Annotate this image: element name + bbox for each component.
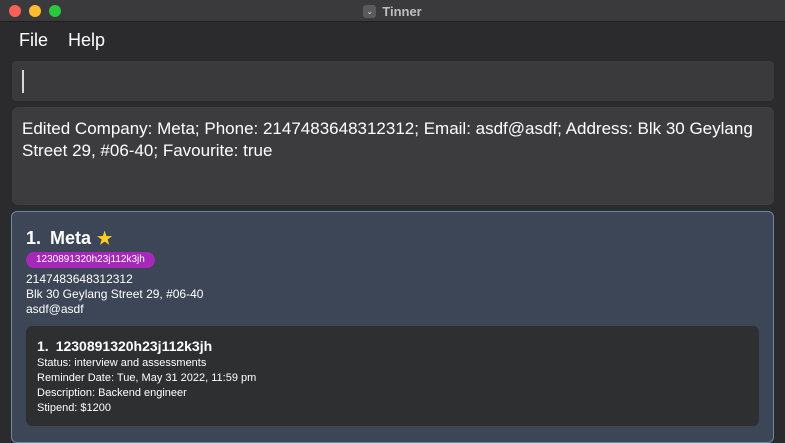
menu-help[interactable]: Help bbox=[58, 22, 115, 58]
internship-role: 1230891320h23j112k3jh bbox=[55, 338, 213, 354]
internship-header: 1. 1230891320h23j112k3jh bbox=[37, 338, 212, 354]
menu-file[interactable]: File bbox=[9, 22, 58, 58]
company-card[interactable]: 1. Meta ★ 1230891320h23j112k3jh 21474836… bbox=[11, 211, 774, 443]
text-caret bbox=[22, 70, 24, 93]
result-message: Edited Company: Meta; Phone: 21474836483… bbox=[22, 119, 753, 160]
company-name: Meta bbox=[50, 228, 92, 248]
internship-description: Description: Backend engineer bbox=[37, 387, 187, 399]
company-phone: 2147483648312312 bbox=[26, 272, 133, 286]
window-title: Tinner bbox=[382, 3, 422, 19]
internship-stipend: Stipend: $1200 bbox=[37, 402, 112, 414]
command-input[interactable] bbox=[12, 61, 774, 101]
company-address: Blk 30 Geylang Street 29, #06-40 bbox=[26, 287, 204, 301]
company-header: 1. Meta ★ bbox=[26, 228, 112, 249]
company-email: asdf@asdf bbox=[26, 302, 84, 316]
window-title-group: ⌄ Tinner bbox=[0, 0, 785, 22]
star-icon: ★ bbox=[97, 228, 113, 248]
result-display: Edited Company: Meta; Phone: 21474836483… bbox=[12, 107, 774, 205]
internship-reminder: Reminder Date: Tue, May 31 2022, 11:59 p… bbox=[37, 372, 257, 384]
internship-card[interactable]: 1. 1230891320h23j112k3jh Status: intervie… bbox=[26, 326, 759, 426]
tag-badge: 1230891320h23j112k3jh bbox=[26, 252, 155, 268]
company-index: 1. bbox=[26, 228, 42, 248]
menu-bar: File Help bbox=[0, 22, 785, 58]
title-bar: ⌄ Tinner bbox=[0, 0, 785, 22]
chevron-icon: ⌄ bbox=[363, 4, 377, 18]
internship-index: 1. bbox=[37, 338, 49, 354]
internship-status: Status: interview and assessments bbox=[37, 357, 207, 369]
